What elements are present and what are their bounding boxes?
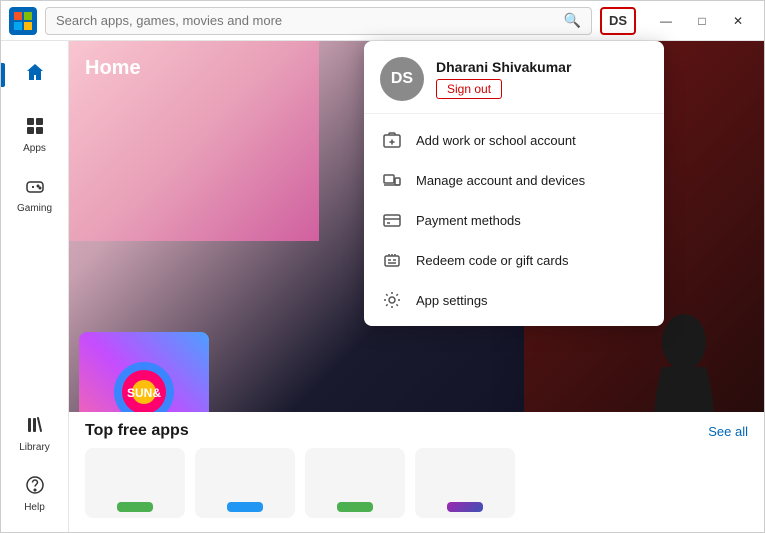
- sidebar-label-help: Help: [24, 502, 45, 513]
- sidebar-label-library: Library: [19, 442, 50, 453]
- manage-label: Manage account and devices: [416, 173, 585, 188]
- sidebar-item-apps[interactable]: Apps: [5, 107, 65, 163]
- app-card-3[interactable]: [305, 448, 405, 518]
- search-bar[interactable]: 🔍: [45, 7, 592, 35]
- free-apps-grid: [85, 448, 748, 518]
- library-icon: [25, 415, 45, 440]
- redeem-label: Redeem code or gift cards: [416, 253, 568, 268]
- sidebar-label-apps: Apps: [23, 143, 46, 154]
- redeem-icon: [382, 250, 402, 270]
- sidebar-item-gaming[interactable]: Gaming: [5, 167, 65, 223]
- payment-icon: [382, 210, 402, 230]
- free-apps-title: Top free apps: [85, 422, 189, 440]
- user-info: Dharani Shivakumar Sign out: [436, 59, 648, 99]
- titlebar: 🔍 DS — □ ✕: [1, 1, 764, 41]
- settings-label: App settings: [416, 293, 488, 308]
- banner-left-bg: Home: [69, 41, 319, 241]
- user-dropdown: DS Dharani Shivakumar Sign out Add work …: [364, 41, 664, 326]
- close-button[interactable]: ✕: [720, 7, 756, 35]
- dropdown-item-add-work[interactable]: Add work or school account: [364, 120, 664, 160]
- see-all-link[interactable]: See all: [708, 424, 748, 439]
- app-card-1[interactable]: [85, 448, 185, 518]
- app-card-2[interactable]: [195, 448, 295, 518]
- search-input[interactable]: [56, 13, 556, 28]
- free-apps-header: Top free apps See all: [85, 422, 748, 440]
- sidebar-item-help[interactable]: Help: [5, 466, 65, 522]
- dropdown-menu: Add work or school account Manage accoun…: [364, 114, 664, 326]
- window-controls: — □ ✕: [648, 7, 756, 35]
- manage-icon: [382, 170, 402, 190]
- sidebar-item-library[interactable]: Library: [5, 406, 65, 462]
- gaming-icon: [25, 176, 45, 201]
- app-card-1-icon: [117, 502, 153, 512]
- app-card-4[interactable]: [415, 448, 515, 518]
- svg-text:SUN&: SUN&: [127, 386, 161, 400]
- app-logo: [9, 7, 37, 35]
- dropdown-header: DS Dharani Shivakumar Sign out: [364, 41, 664, 114]
- sign-out-button[interactable]: Sign out: [436, 79, 502, 99]
- maximize-button[interactable]: □: [684, 7, 720, 35]
- home-heading: Home: [85, 57, 141, 80]
- avatar: DS: [380, 57, 424, 101]
- free-apps-section: Top free apps See all: [69, 412, 764, 532]
- ds-badge-button[interactable]: DS: [600, 7, 636, 35]
- sidebar: Apps Gaming: [1, 41, 69, 532]
- payment-label: Payment methods: [416, 213, 521, 228]
- apps-icon: [25, 116, 45, 141]
- settings-icon: [382, 290, 402, 310]
- app-card-3-icon: [337, 502, 373, 512]
- home-icon: [25, 62, 45, 87]
- add-work-icon: [382, 130, 402, 150]
- sidebar-item-home[interactable]: [5, 47, 65, 103]
- dropdown-item-manage[interactable]: Manage account and devices: [364, 160, 664, 200]
- search-icon: 🔍: [564, 12, 581, 29]
- dropdown-item-payment[interactable]: Payment methods: [364, 200, 664, 240]
- app-card-2-icon: [227, 502, 263, 512]
- user-name: Dharani Shivakumar: [436, 59, 648, 75]
- help-icon: [25, 475, 45, 500]
- app-window: 🔍 DS — □ ✕: [0, 0, 765, 533]
- sidebar-label-gaming: Gaming: [17, 203, 52, 214]
- dropdown-item-settings[interactable]: App settings: [364, 280, 664, 320]
- minimize-button[interactable]: —: [648, 7, 684, 35]
- app-card-4-icon: [447, 502, 483, 512]
- dropdown-item-redeem[interactable]: Redeem code or gift cards: [364, 240, 664, 280]
- sidebar-bottom: Library Help: [1, 404, 68, 532]
- add-work-label: Add work or school account: [416, 133, 576, 148]
